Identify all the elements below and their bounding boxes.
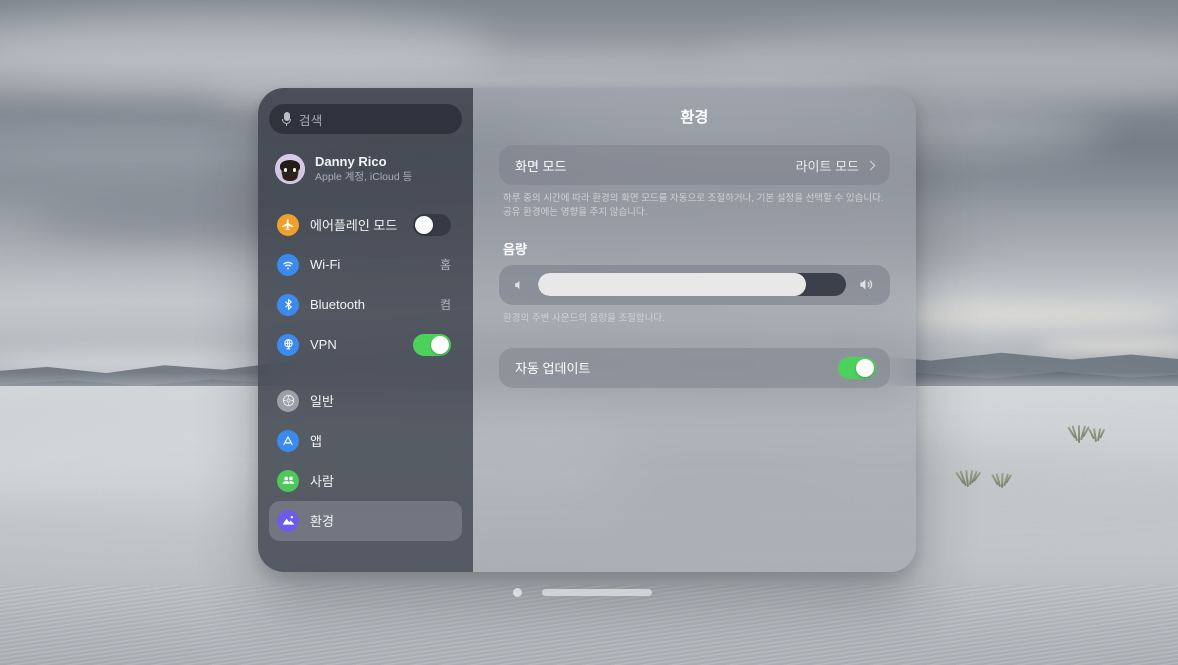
sidebar-item-vpn[interactable]: VPN [269, 325, 462, 365]
sidebar-item-label: Bluetooth [310, 297, 365, 313]
sidebar-item-label: 일반 [310, 394, 334, 410]
chevron-right-icon [865, 160, 876, 170]
settings-window: 검색 Danny Rico Apple 계정, iCloud 등 에어플레인 모… [258, 88, 916, 572]
auto-update-toggle[interactable] [838, 356, 876, 379]
horizon-glow [871, 305, 1178, 326]
vpn-toggle[interactable] [413, 333, 451, 356]
auto-update-row[interactable]: 자동 업데이트 [499, 347, 890, 388]
volume-section-title: 음량 [503, 241, 527, 257]
search-input[interactable]: 검색 [269, 104, 462, 134]
sidebar-item-label: 앱 [310, 434, 322, 450]
bluetooth-value: 켬 [439, 298, 451, 313]
page-title: 환경 [680, 109, 709, 126]
volume-slider[interactable] [538, 273, 846, 296]
auto-update-label: 자동 업데이트 [515, 361, 591, 377]
sidebar-item-environment[interactable]: 환경 [269, 500, 462, 541]
bluetooth-icon [277, 293, 299, 316]
speaker-max-icon [857, 276, 876, 293]
volume-caption: 환경의 주변 사운드의 음량을 조절합니다. [503, 312, 665, 324]
app-store-icon [277, 429, 299, 452]
account-subtitle: Apple 계정, iCloud 등 [315, 171, 413, 184]
sidebar-item-people[interactable]: 사람 [269, 461, 462, 501]
people-icon [277, 469, 299, 492]
sidebar-item-label: Wi-Fi [310, 257, 341, 273]
settings-main-panel: 환경 화면 모드 라이트 모드 하루 중의 시간에 따라 환경의 화면 모드를 … [473, 88, 916, 572]
avatar [275, 154, 305, 185]
vpn-globe-icon [277, 333, 299, 356]
search-placeholder: 검색 [299, 113, 323, 128]
display-mode-label: 화면 모드 [515, 158, 567, 174]
sidebar-item-airplane-mode[interactable]: 에어플레인 모드 [269, 205, 462, 245]
account-name: Danny Rico [315, 154, 387, 169]
sidebar-group-system: 일반 앱 사람 환경 [269, 381, 462, 541]
sidebar-item-account[interactable]: Danny Rico Apple 계정, iCloud 등 [269, 148, 462, 191]
sidebar-item-label: 환경 [310, 514, 334, 530]
volume-slider-fill [538, 273, 806, 296]
sidebar-item-label: VPN [310, 337, 337, 353]
speaker-min-icon [513, 278, 527, 292]
close-dot-icon[interactable] [513, 587, 522, 597]
airplane-icon [277, 213, 299, 236]
wifi-value: 홈 [439, 258, 451, 273]
display-mode-caption: 하루 중의 시간에 따라 환경의 화면 모드를 자동으로 조절하거나, 기본 설… [503, 193, 884, 219]
display-mode-value: 라이트 모드 [795, 158, 859, 174]
airplane-mode-toggle[interactable] [413, 213, 451, 236]
sidebar-item-wifi[interactable]: Wi-Fi 홈 [269, 245, 462, 285]
window-resize-bar-icon[interactable] [542, 588, 652, 596]
settings-sidebar: 검색 Danny Rico Apple 계정, iCloud 등 에어플레인 모… [258, 88, 473, 572]
sidebar-item-general[interactable]: 일반 [269, 381, 462, 421]
sidebar-item-label: 에어플레인 모드 [310, 218, 398, 234]
sidebar-group-connectivity: 에어플레인 모드 Wi-Fi 홈 Bluetooth 켬 VPN [269, 205, 462, 365]
sidebar-item-label: 사람 [310, 474, 334, 490]
wifi-icon [277, 253, 299, 276]
gear-icon [277, 389, 299, 412]
environment-mountain-icon [277, 509, 299, 532]
volume-control [499, 264, 890, 305]
microphone-icon [282, 112, 291, 127]
sidebar-item-apps[interactable]: 앱 [269, 421, 462, 461]
sidebar-item-bluetooth[interactable]: Bluetooth 켬 [269, 285, 462, 325]
display-mode-row[interactable]: 화면 모드 라이트 모드 [499, 145, 890, 185]
window-chrome [258, 583, 916, 601]
